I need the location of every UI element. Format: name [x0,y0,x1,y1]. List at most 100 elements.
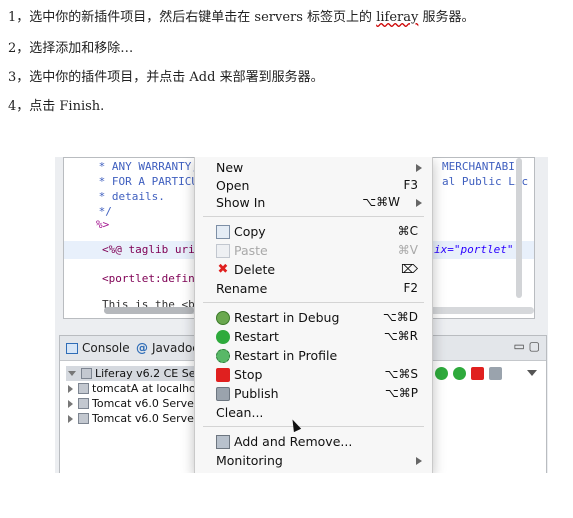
menu-label: Copy [234,224,266,239]
step-number: 4， [8,99,30,114]
step-text: 点击 Finish. [29,99,105,114]
menu-label: Stop [234,367,263,382]
console-icon [66,342,78,354]
menu-label: Open [216,178,250,193]
menu-shortcut: ⌥⌘D [382,310,418,324]
menu-label: Paste [234,243,268,258]
window-buttons[interactable]: ▭ ▢ [514,339,541,353]
expand-arrow-icon[interactable] [68,399,73,408]
start-icon[interactable] [435,367,448,380]
menu-shortcut: ⌥⌘P [384,386,418,400]
menu-label: Rename [216,281,268,296]
code-line: <portlet:defineO [102,272,208,285]
menu-shortcut: ⌦ [401,262,418,276]
server-row[interactable]: Tomcat v6.0 Server a [66,396,209,411]
liferay-term: liferay [376,10,419,25]
publish-icon [216,387,230,401]
run-icon [216,330,230,344]
debug-icon[interactable] [453,367,466,380]
server-label: Tomcat v6.0 Server a [92,412,209,425]
menu-item-clean[interactable]: Clean... [195,404,432,422]
step-text: 选中你的插件项目，并点击 Add 来部署到服务器。 [29,70,324,85]
menu-shortcut: ⌘C [397,224,418,238]
code-line: * details. [92,190,165,203]
menu-item-add-and-remove[interactable]: Add and Remove... [195,433,432,451]
expand-arrow-icon[interactable] [68,414,73,423]
code-line-right: ix="portlet" [434,243,514,256]
menu-shortcut: ⌥⌘R [383,329,418,343]
code-line: <%@ taglib uri=" [102,243,208,256]
step-text: 选择添加和移除… [29,41,134,56]
menu-item-paste: Paste ⌘V [195,242,432,260]
menu-item-stop[interactable]: Stop ⌥⌘S [195,366,432,384]
menu-item-restart[interactable]: Restart ⌥⌘R [195,328,432,346]
expand-chevron-icon[interactable] [68,371,76,376]
paste-icon [216,244,230,258]
instruction-step-3: 3，选中你的插件项目，并点击 Add 来部署到服务器。 [8,66,324,85]
scroll-thumb[interactable] [104,307,194,314]
expand-arrow-icon[interactable] [68,384,73,393]
menu-item-delete[interactable]: ✖ Delete ⌦ [195,261,432,279]
step-number: 1， [8,10,30,25]
menu-label: Delete [234,262,276,277]
menu-label: Add and Remove... [234,434,353,449]
menu-item-publish[interactable]: Publish ⌥⌘P [195,385,432,403]
menu-label: New [216,160,244,175]
add-remove-icon [216,435,230,449]
menu-label: Show In [216,195,266,210]
menu-item-open[interactable]: Open F3 [195,177,432,195]
menu-shortcut: F2 [403,281,418,295]
tab-label: Javadoc [152,341,199,355]
submenu-arrow-icon [416,199,422,207]
code-line: */ [92,205,112,218]
vertical-scrollbar[interactable] [516,158,522,298]
menu-item-restart-in-profile[interactable]: Restart in Profile [195,347,432,365]
step-text: 选中你的新插件项目，然后右键单击在 servers 标签页上的 [29,10,377,25]
code-line-right: MERCHANTABIL [442,160,522,173]
menu-shortcut: ⌘V [397,243,418,257]
submenu-arrow-icon [416,164,422,172]
server-row[interactable]: Liferay v6.2 CE Serve [66,366,214,381]
context-menu: New Open F3 Show In ⌥⌘W Copy ⌘C Paste ⌘V… [194,157,433,473]
server-icon [78,413,89,424]
server-toolbar [435,367,502,380]
instruction-step-4: 4，点击 Finish. [8,95,104,114]
menu-shortcut: ⌥⌘S [384,367,418,381]
menu-separator [203,302,424,303]
menu-item-show-in[interactable]: Show In ⌥⌘W [195,194,432,212]
tab-javadoc[interactable]: @ Javadoc [136,340,199,356]
menu-item-rename[interactable]: Rename F2 [195,280,432,298]
menu-separator [203,426,424,427]
menu-item-restart-in-debug[interactable]: Restart in Debug ⌥⌘D [195,309,432,327]
menu-label: Restart in Profile [234,348,338,363]
copy-icon [216,225,230,239]
instruction-step-2: 2，选择添加和移除… [8,37,133,56]
stop-icon [216,368,230,382]
view-menu-icon[interactable] [527,370,537,376]
server-icon [78,383,89,394]
server-label: tomcatA at localhost [92,382,206,395]
publish-icon[interactable] [489,367,502,380]
tab-console[interactable]: Console [66,340,130,356]
menu-shortcut: F3 [403,178,418,192]
stop-icon[interactable] [471,367,484,380]
menu-item-new[interactable]: New [195,159,432,177]
debug-icon [216,311,230,325]
menu-item-copy[interactable]: Copy ⌘C [195,223,432,241]
submenu-arrow-icon [416,457,422,465]
at-icon: @ [136,341,148,355]
server-icon [78,398,89,409]
tab-label: Console [82,341,130,355]
menu-item-monitoring[interactable]: Monitoring [195,452,432,470]
code-line: %> [96,218,110,231]
menu-label: Restart [234,329,279,344]
step-text-end: 服务器。 [418,10,475,25]
step-number: 2， [8,41,30,56]
server-icon [81,368,92,379]
instruction-step-1: 1，选中你的新插件项目，然后右键单击在 servers 标签页上的 lifera… [8,6,474,25]
eclipse-screenshot: * ANY WARRANTY; * FOR A PARTICU * detail… [55,157,548,473]
server-row[interactable]: Tomcat v6.0 Server a [66,411,209,426]
menu-label: Clean... [216,405,264,420]
server-row[interactable]: tomcatA at localhost [66,381,206,396]
code-line: * FOR A PARTICU [92,175,198,188]
